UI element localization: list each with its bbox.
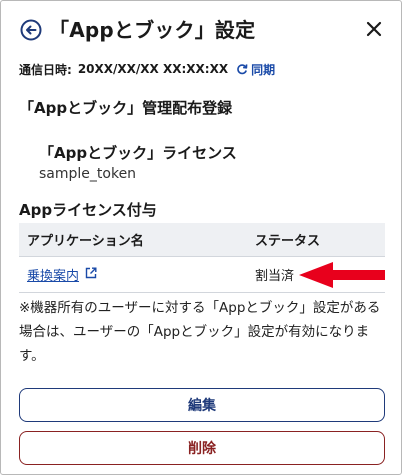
sync-datetime-label: 通信日時: [19,62,72,77]
table-row: 乗換案内 割当済 [19,257,385,293]
back-arrow-icon [20,19,42,41]
close-icon [366,21,382,37]
sync-status-row: 通信日時: 20XX/XX/XX XX:XX:XX 同期 [19,60,275,78]
management-section-title: 「Appとブック」管理配布登録 [19,99,233,117]
app-name-link[interactable]: 乗換案内 [27,265,79,284]
back-button[interactable] [20,19,42,41]
annotation-arrow-icon [299,262,385,288]
license-assignment-title: Appライセンス付与 [19,201,157,219]
refresh-icon [237,64,248,75]
license-table: アプリケーション名 ステータス 乗換案内 割当済 [19,223,385,293]
table-header: アプリケーション名 ステータス [19,223,385,257]
license-title: 「Appとブック」ライセンス [39,144,237,162]
external-link-icon[interactable] [85,267,97,283]
edit-button[interactable]: 編集 [19,388,385,422]
sync-link-label: 同期 [251,62,276,77]
settings-panel: 「Appとブック」設定 通信日時: 20XX/XX/XX XX:XX:XX 同期… [0,0,402,475]
sync-button[interactable]: 同期 [236,61,275,78]
license-token: sample_token [39,166,137,182]
panel-header: 「Appとブック」設定 [1,1,401,57]
close-button[interactable] [365,20,383,38]
column-header-app: アプリケーション名 [27,234,144,249]
app-cell: 乗換案内 [19,265,255,284]
delete-button[interactable]: 削除 [19,431,385,465]
page-title: 「Appとブック」設定 [49,18,256,42]
sync-datetime-value: 20XX/XX/XX XX:XX:XX [77,62,229,76]
column-header-status: ステータス [255,234,321,249]
notice-text: ※機器所有のユーザーに対する「Appとブック」設定がある場合は、ユーザーの「Ap… [19,300,381,364]
